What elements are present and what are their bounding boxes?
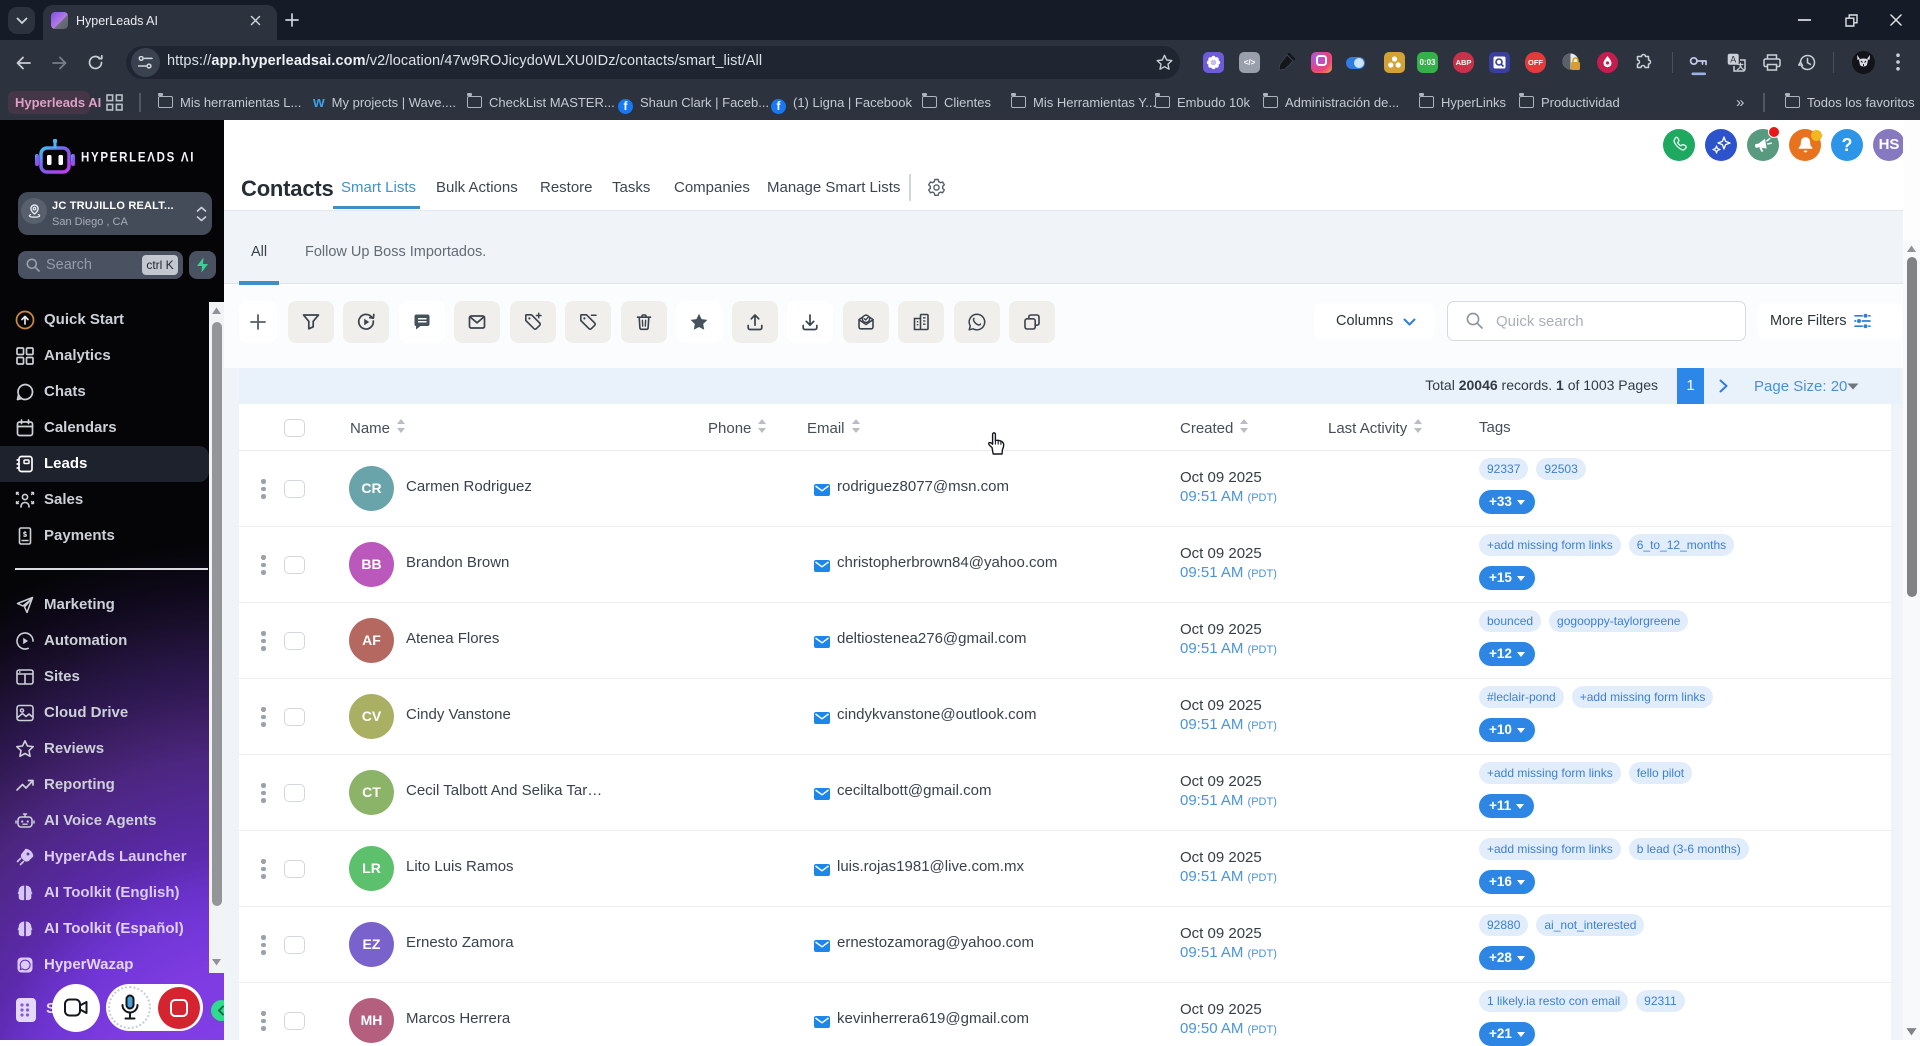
svg-text:A: A — [1730, 55, 1736, 65]
